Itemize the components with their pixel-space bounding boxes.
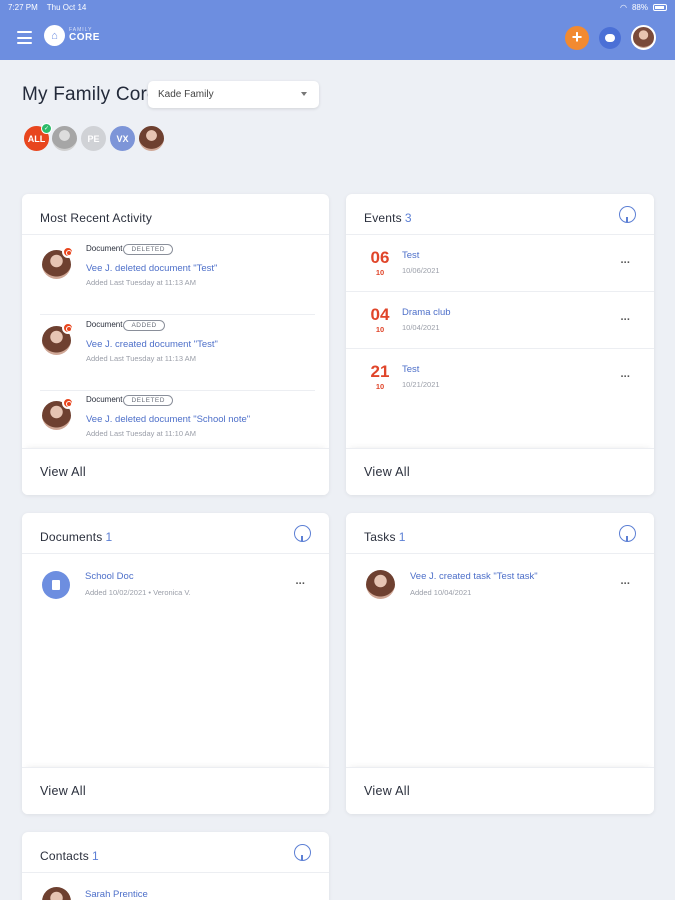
event-day: 06 (370, 248, 390, 267)
activity-title[interactable]: Vee J. deleted document "Test" (86, 263, 217, 274)
more-options-icon[interactable]: ··· (621, 257, 631, 269)
status-badge: ADDED (123, 320, 165, 331)
contacts-count: 1 (91, 849, 99, 863)
house-icon: ⌂ (44, 25, 65, 46)
page-title: My Family Core (22, 84, 158, 105)
view-all-button[interactable]: View All (346, 767, 654, 814)
tasks-card: Tasks 1 Vee J. created task "Test task" A… (346, 513, 654, 814)
member-pe-chip[interactable]: PE (79, 124, 108, 153)
battery-icon (653, 3, 667, 11)
event-title[interactable]: Test (402, 250, 419, 261)
task-title[interactable]: Vee J. created task "Test task" (410, 571, 538, 582)
avatar (366, 570, 395, 599)
contact-name[interactable]: Sarah Prentice (85, 889, 148, 900)
card-title: Events (364, 211, 402, 225)
status-date: Thu Oct 14 (46, 2, 87, 12)
add-button[interactable]: + (565, 26, 589, 50)
more-options-icon[interactable]: ··· (621, 578, 631, 590)
activity-type: Document (86, 244, 123, 253)
activity-item[interactable]: Document ADDED Vee J. created document "T… (40, 316, 315, 391)
activity-title[interactable]: Vee J. created document "Test" (86, 339, 218, 350)
document-badge-icon (62, 397, 74, 409)
recent-activity-card: Most Recent Activity Document DELETED Vee… (22, 194, 329, 495)
card-title: Most Recent Activity (40, 211, 153, 225)
status-time: 7:27 PM (8, 2, 38, 12)
event-date: 10/06/2021 (402, 266, 440, 275)
chat-bubble-icon (605, 34, 615, 42)
events-count: 3 (404, 211, 412, 225)
card-title: Tasks (364, 530, 396, 544)
tasks-count: 1 (398, 530, 406, 544)
chat-button[interactable] (599, 27, 621, 49)
logo-small-text: FAMILY (69, 27, 93, 33)
activity-subtitle: Added Last Tuesday at 11:13 AM (86, 278, 196, 287)
avatar (42, 887, 71, 900)
activity-title[interactable]: Vee J. deleted document "School note" (86, 414, 250, 425)
event-month: 10 (375, 382, 385, 391)
event-date: 10/04/2021 (402, 323, 440, 332)
member-avatar[interactable] (50, 124, 79, 153)
event-day: 21 (370, 362, 390, 381)
more-options-icon[interactable]: ··· (621, 371, 631, 383)
add-event-icon[interactable] (619, 206, 636, 223)
activity-type: Document (86, 395, 123, 404)
add-document-icon[interactable] (294, 525, 311, 542)
documents-count: 1 (105, 530, 113, 544)
battery-percent: 88% (631, 2, 648, 12)
activity-subtitle: Added Last Tuesday at 11:10 AM (86, 429, 196, 438)
event-item[interactable]: 04 10 Drama club 10/04/2021 ··· (346, 292, 654, 349)
family-select[interactable]: Kade Family (148, 81, 319, 108)
user-avatar[interactable] (631, 25, 656, 50)
member-all-chip[interactable]: ALL ✓ (22, 123, 52, 153)
event-date: 10/21/2021 (402, 380, 440, 389)
document-badge-icon (62, 322, 74, 334)
view-all-button[interactable]: View All (22, 448, 329, 495)
card-title: Documents (40, 530, 103, 544)
activity-item[interactable]: Document DELETED Vee J. deleted document … (40, 240, 315, 315)
card-title: Contacts (40, 849, 89, 863)
logo-big-text: CORE (69, 32, 100, 43)
more-options-icon[interactable]: ··· (296, 578, 306, 590)
view-all-button[interactable]: View All (346, 448, 654, 495)
hamburger-icon[interactable] (17, 31, 32, 44)
event-item[interactable]: 21 10 Test 10/21/2021 ··· (346, 349, 654, 406)
member-pe-label: PE (87, 133, 100, 144)
member-vx-chip[interactable]: VX (108, 124, 137, 153)
wifi-icon: ◠ (620, 2, 627, 12)
add-task-icon[interactable] (619, 525, 636, 542)
contacts-card: Contacts 1 Sarah Prentice (22, 832, 329, 900)
task-subtitle: Added 10/04/2021 (410, 588, 472, 597)
event-title[interactable]: Drama club (402, 307, 451, 318)
status-bar: 7:27 PM Thu Oct 14 ◠ 88% (0, 0, 675, 14)
app-logo[interactable]: ⌂ FAMILY CORE (44, 25, 100, 46)
documents-card: Documents 1 School Doc Added 10/02/2021 •… (22, 513, 329, 814)
events-card: Events 3 06 10 Test 10/06/2021 ··· 04 10 … (346, 194, 654, 495)
event-item[interactable]: 06 10 Test 10/06/2021 ··· (346, 235, 654, 292)
chevron-down-icon (301, 92, 307, 96)
event-title[interactable]: Test (402, 364, 419, 375)
document-subtitle: Added 10/02/2021 • Veronica V. (85, 588, 191, 597)
family-select-value: Kade Family (158, 89, 214, 100)
member-vx-label: VX (116, 133, 129, 144)
event-month: 10 (375, 268, 385, 277)
activity-subtitle: Added Last Tuesday at 11:13 AM (86, 354, 196, 363)
event-day: 04 (370, 305, 390, 324)
member-all-label: ALL (27, 133, 46, 144)
view-all-button[interactable]: View All (22, 767, 329, 814)
document-badge-icon (62, 246, 74, 258)
event-month: 10 (375, 325, 385, 334)
document-title[interactable]: School Doc (85, 571, 134, 582)
add-contact-icon[interactable] (294, 844, 311, 861)
member-avatar[interactable] (137, 124, 166, 153)
more-options-icon[interactable]: ··· (621, 314, 631, 326)
status-badge: DELETED (123, 395, 173, 406)
activity-type: Document (86, 320, 123, 329)
status-badge: DELETED (123, 244, 173, 255)
document-icon (42, 571, 70, 599)
